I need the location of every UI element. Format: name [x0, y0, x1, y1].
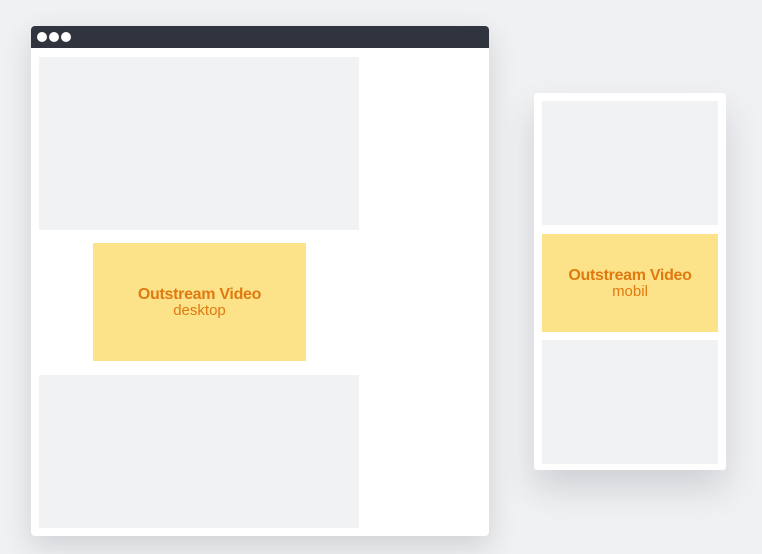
window-dot-icon [37, 32, 47, 42]
mobile-outstream-video-ad: Outstream Video mobil [542, 234, 718, 332]
mobile-ad-subtitle: mobil [612, 282, 648, 300]
desktop-browser-mockup: Outstream Video desktop [31, 26, 489, 536]
mobile-ad-title: Outstream Video [568, 266, 692, 284]
mobile-content-placeholder-bottom [542, 340, 718, 464]
mobile-phone-mockup: Outstream Video mobil [534, 93, 726, 470]
window-dot-icon [49, 32, 59, 42]
illustration-canvas: Outstream Video desktop Outstream Video … [0, 0, 762, 554]
desktop-content-placeholder-top [39, 57, 359, 230]
desktop-ad-subtitle: desktop [173, 301, 226, 319]
window-dot-icon [61, 32, 71, 42]
browser-title-bar [31, 26, 489, 48]
desktop-outstream-video-ad: Outstream Video desktop [93, 243, 306, 361]
desktop-ad-title: Outstream Video [137, 285, 262, 303]
desktop-content-placeholder-bottom [39, 375, 359, 528]
mobile-content-placeholder-top [542, 101, 718, 225]
